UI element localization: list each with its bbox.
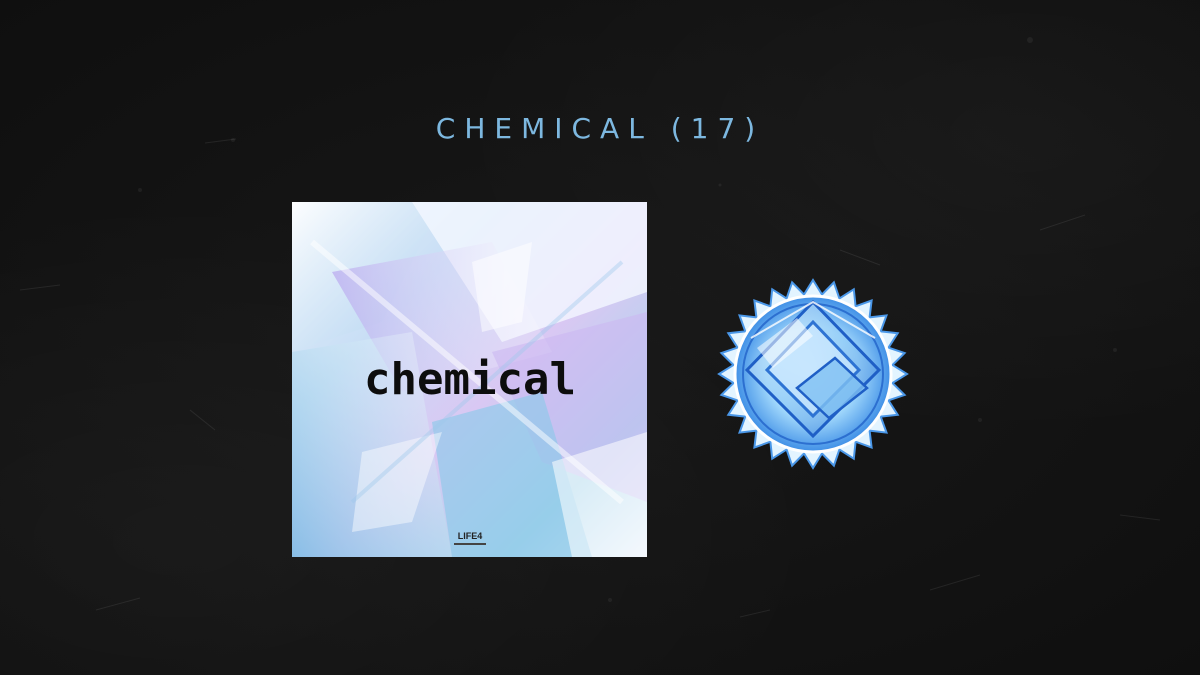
album-cover: chemical LIFE4 [292, 202, 647, 557]
cover-label-text: LIFE4 [458, 531, 483, 541]
rank-badge [717, 278, 909, 470]
screen: CHEMICAL (17) chemical LIFE4 [0, 0, 1200, 675]
cover-logo-text: chemical [364, 354, 576, 405]
page-title: CHEMICAL (17) [435, 112, 765, 145]
diamond-rank-badge-icon [717, 278, 909, 470]
album-cover-art: chemical LIFE4 [292, 202, 647, 557]
